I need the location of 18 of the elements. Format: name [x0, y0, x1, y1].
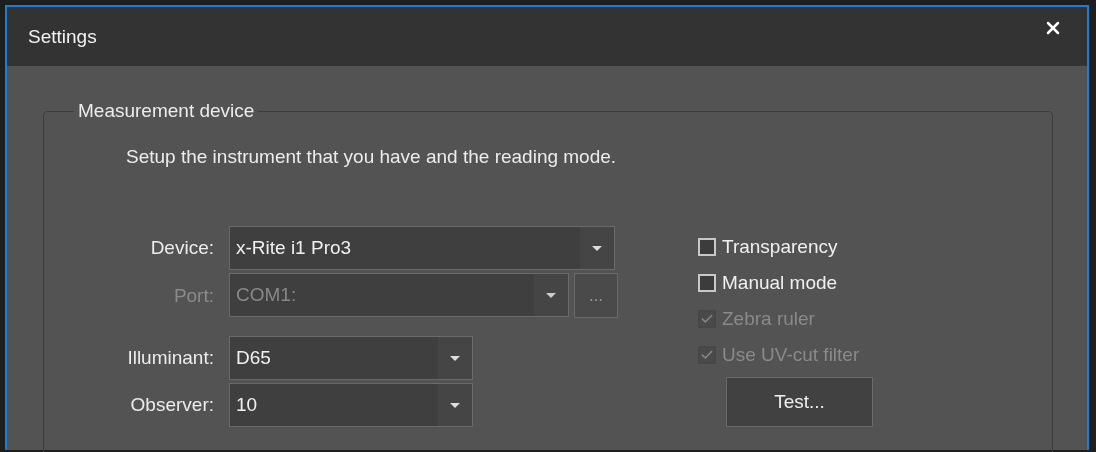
dropdown[interactable]: x-Rite i1 Pro3	[229, 226, 615, 270]
description: Setup the instrument that you have and the reading mode.	[126, 146, 618, 168]
window-title: Settings	[28, 25, 97, 48]
dropdown[interactable]: 10	[229, 383, 473, 427]
test-button[interactable]: Test...	[726, 377, 873, 427]
field-label: Illuminant:	[126, 347, 214, 369]
field-label: Device:	[149, 237, 214, 259]
dropdown[interactable]: D65	[229, 336, 473, 380]
check-icon	[700, 348, 714, 362]
caret-icon	[438, 337, 472, 379]
caret-icon	[438, 384, 472, 426]
caret-icon	[580, 227, 614, 269]
checkbox-option[interactable]: Transparency	[698, 229, 873, 265]
checkbox-option[interactable]: Manual mode	[698, 265, 873, 301]
caret-icon	[534, 274, 568, 316]
group-title: Measurement device	[77, 100, 256, 122]
check-icon	[700, 312, 714, 326]
field-label: Observer:	[129, 394, 214, 416]
